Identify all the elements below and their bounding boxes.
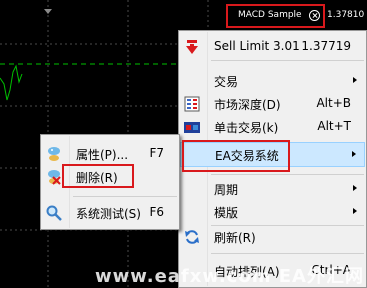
menu-separator	[211, 60, 364, 61]
current-price-label: 1.37810	[327, 10, 365, 20]
menu-separator	[73, 196, 177, 197]
menu-item-template[interactable]: 模版	[180, 200, 365, 223]
menu-item-shortcut: F7	[149, 146, 164, 160]
menu-item-expert-advisors[interactable]: EA交易系统	[180, 142, 365, 167]
submenu-arrow-icon	[353, 208, 357, 214]
menu-item-label: 刷新(R)	[214, 231, 256, 245]
menu-item-properties[interactable]: 属性(P)... F7	[42, 142, 178, 165]
refresh-icon	[185, 230, 199, 244]
menu-item-label: 系统测试(S)	[76, 207, 141, 221]
menu-item-shortcut: F6	[149, 205, 164, 219]
price-line	[0, 64, 23, 101]
expert-name-label[interactable]: MACD Sample	[238, 10, 302, 20]
menu-item-label: EA交易系统	[215, 149, 279, 163]
submenu-arrow-icon	[353, 185, 357, 191]
menu-item-label: 删除(R)	[76, 171, 118, 185]
chart-shift-marker[interactable]	[44, 9, 52, 14]
menu-item-sell-limit[interactable]: Sell Limit 3.01 1.37719	[180, 35, 365, 58]
menu-item-market-depth[interactable]: 市场深度(D) Alt+B	[180, 92, 365, 115]
menu-item-label: 周期	[214, 183, 239, 197]
menu-item-label: 自动排列(A)	[214, 265, 280, 279]
menu-item-strategy-tester[interactable]: 系统测试(S) F6	[42, 201, 178, 224]
menu-item-label: 市场深度(D)	[214, 98, 281, 112]
submenu-arrow-icon	[353, 77, 357, 83]
menu-item-timeframes[interactable]: 周期	[180, 177, 365, 200]
menu-item-label: 模版	[214, 206, 239, 220]
menu-item-label: 单击交易(k)	[214, 121, 279, 135]
market-depth-icon	[184, 96, 200, 112]
menu-item-trading[interactable]: 交易	[180, 69, 365, 92]
menu-item-label: 交易	[214, 75, 239, 89]
menu-item-label: 属性(P)...	[76, 148, 129, 162]
menu-item-label: Sell Limit 3.01	[214, 39, 300, 53]
menu-item-shortcut: Alt+B	[316, 96, 351, 110]
chart-context-menu: Sell Limit 3.01 1.37719 交易 市场深度(D) Alt+B…	[178, 30, 367, 288]
expert-submenu: 属性(P)... F7 删除(R) 系统测试(S) F6	[40, 134, 180, 230]
menu-item-remove[interactable]: 删除(R)	[42, 165, 178, 188]
menu-item-shortcut: 1.37719	[301, 39, 351, 53]
strategy-tester-icon	[46, 205, 62, 221]
smile-icon	[309, 10, 320, 21]
menu-item-refresh[interactable]: 刷新(R)	[180, 225, 365, 248]
menu-separator	[211, 174, 364, 175]
expert-remove-icon	[48, 170, 61, 185]
menu-item-shortcut: Alt+T	[317, 119, 351, 133]
sell-arrow-icon	[186, 40, 198, 54]
submenu-arrow-icon	[352, 151, 356, 157]
menu-separator	[211, 253, 364, 254]
expert-properties-icon	[48, 147, 60, 161]
menu-item-auto-arrange[interactable]: 自动排列(A) Ctrl+A	[180, 259, 365, 282]
menu-item-shortcut: Ctrl+A	[311, 263, 351, 277]
menu-item-one-click-trading[interactable]: 单击交易(k) Alt+T	[180, 115, 365, 138]
one-click-trading-icon	[184, 122, 200, 133]
